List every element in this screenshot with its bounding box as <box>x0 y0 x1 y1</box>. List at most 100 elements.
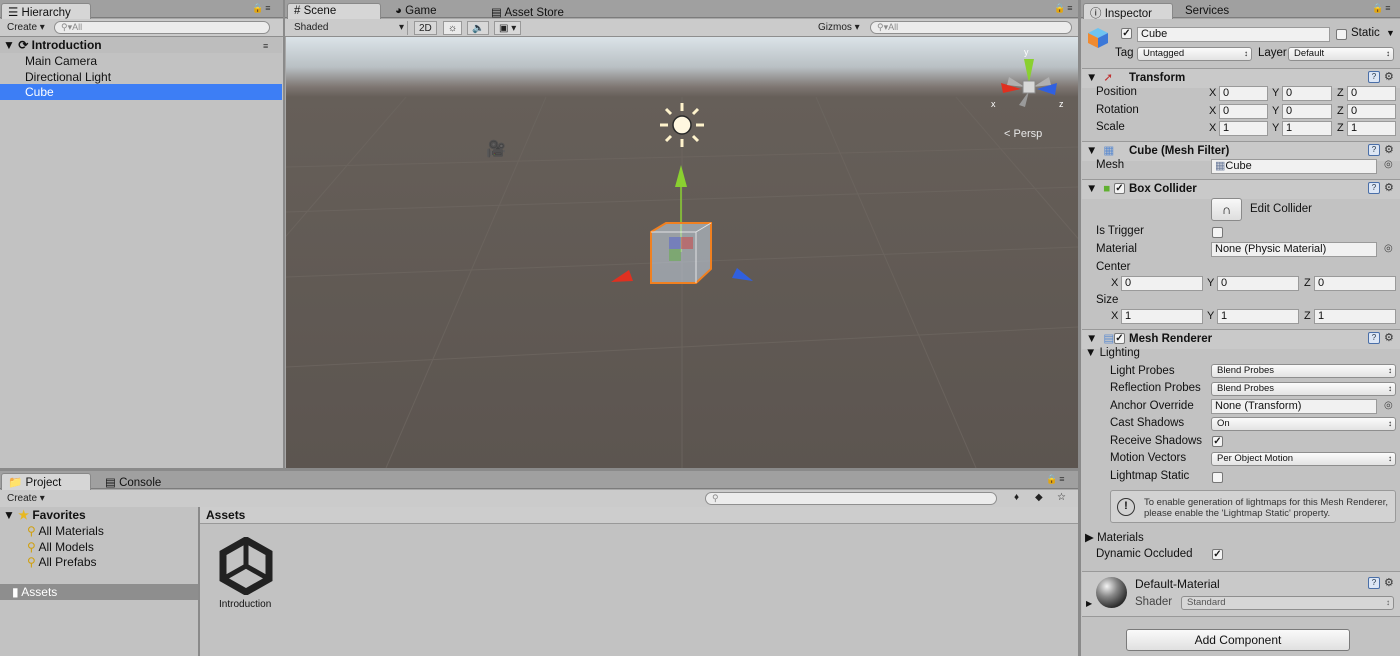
favorite-all-materials[interactable]: ⚲ All Materials <box>27 524 104 538</box>
mesh-field[interactable]: ▦Cube <box>1211 159 1377 174</box>
lighting-foldout[interactable]: ▼ Lighting <box>1085 347 1140 359</box>
center-y-field[interactable]: 0 <box>1217 276 1299 291</box>
hierarchy-divider[interactable] <box>283 0 285 470</box>
motion-vectors-dropdown[interactable]: Per Object Motion <box>1211 452 1396 466</box>
project-search-input[interactable]: ⚲ <box>705 492 997 505</box>
tab-asset-store[interactable]: ▤ Asset Store <box>484 3 571 20</box>
active-checkbox[interactable]: ✓ <box>1121 28 1132 39</box>
shader-dropdown[interactable]: Standard <box>1181 596 1394 610</box>
scale-x-field[interactable]: 1 <box>1219 121 1268 136</box>
anchor-override-field[interactable]: None (Transform) <box>1211 399 1377 414</box>
hierarchy-search-input[interactable]: ⚲▾All <box>54 21 270 34</box>
mesh-filter-header[interactable]: ▼ ▦ Cube (Mesh Filter) <box>1082 141 1400 161</box>
orientation-gizmo[interactable]: y x z <box>991 47 1071 127</box>
scene-viewport[interactable]: 🎥 y x z < Persp <box>286 37 1078 468</box>
scene-audio-toggle[interactable]: 🔈 <box>467 21 490 35</box>
favorite-all-models[interactable]: ⚲ All Models <box>27 540 94 554</box>
directional-light-icon[interactable] <box>657 100 707 150</box>
project-create-button[interactable]: Create ▾ <box>3 492 49 506</box>
favorites-row[interactable]: ▼ ★ Favorites <box>3 508 86 522</box>
dynamic-occluded-checkbox[interactable]: ✓ <box>1212 549 1223 560</box>
object-picker-icon[interactable]: ◎ <box>1384 400 1393 411</box>
rotation-x-field[interactable]: 0 <box>1219 104 1268 119</box>
light-probes-dropdown[interactable]: Blend Probes <box>1211 364 1396 378</box>
save-search-icon[interactable]: ☆ <box>1053 491 1070 505</box>
size-y-field[interactable]: 1 <box>1217 309 1299 324</box>
toggle-2d-button[interactable]: 2D <box>414 21 437 35</box>
scene-effects-dropdown[interactable]: ▣ ▾ <box>494 21 522 35</box>
tab-project[interactable]: 📁 Project <box>1 473 91 490</box>
tab-hierarchy[interactable]: ☰ Hierarchy <box>1 3 91 20</box>
unity-logo-icon[interactable] <box>217 537 275 595</box>
receive-shadows-checkbox[interactable]: ✓ <box>1212 436 1223 447</box>
gear-icon[interactable]: ⚙ <box>1384 576 1394 589</box>
position-x-field[interactable]: 0 <box>1219 86 1268 101</box>
hierarchy-scene-row[interactable]: ▼ ⟳ Introduction <box>0 37 282 53</box>
asset-label-introduction[interactable]: Introduction <box>219 599 271 610</box>
gear-icon[interactable]: ⚙ <box>1384 181 1394 194</box>
object-name-field[interactable]: Cube <box>1137 27 1330 42</box>
lightmap-static-checkbox[interactable] <box>1212 472 1223 483</box>
tab-scene[interactable]: # Scene <box>287 3 381 20</box>
is-trigger-checkbox[interactable] <box>1212 227 1223 238</box>
gizmos-dropdown[interactable]: Gizmos ▾ <box>814 21 864 35</box>
scene-menu-icon[interactable]: ≡ <box>263 41 270 51</box>
panel-lock-icon[interactable]: 🔒≡ <box>1372 3 1392 14</box>
rotation-z-field[interactable]: 0 <box>1347 104 1396 119</box>
tab-game[interactable]: ◕ Game <box>388 3 443 20</box>
static-checkbox[interactable] <box>1336 29 1347 40</box>
layer-dropdown[interactable]: Default <box>1288 47 1394 61</box>
gear-icon[interactable]: ⚙ <box>1384 331 1394 344</box>
search-by-label-icon[interactable]: ◆ <box>1031 491 1047 505</box>
position-y-field[interactable]: 0 <box>1282 86 1332 101</box>
center-x-field[interactable]: 0 <box>1121 276 1203 291</box>
panel-lock-icon[interactable]: 🔒≡ <box>252 3 272 14</box>
help-book-icon[interactable]: ? <box>1368 577 1380 589</box>
cast-shadows-dropdown[interactable]: On <box>1211 417 1396 431</box>
hierarchy-item-cube[interactable]: Cube <box>0 84 282 100</box>
breadcrumb[interactable]: Assets <box>206 508 245 522</box>
help-book-icon[interactable]: ? <box>1368 71 1380 83</box>
tab-inspector[interactable]: ⓘ Inspector <box>1083 3 1173 20</box>
position-z-field[interactable]: 0 <box>1347 86 1396 101</box>
tab-console[interactable]: ▤ Console <box>98 473 168 490</box>
reflection-probes-dropdown[interactable]: Blend Probes <box>1211 382 1396 396</box>
object-picker-icon[interactable]: ◎ <box>1384 159 1393 170</box>
add-component-button[interactable]: Add Component <box>1126 629 1350 651</box>
scene-lighting-toggle[interactable]: ☼ <box>443 21 463 35</box>
transform-header[interactable]: ▼ ➚ Transform <box>1082 68 1400 88</box>
size-x-field[interactable]: 1 <box>1121 309 1203 324</box>
hierarchy-item-main-camera[interactable]: Main Camera <box>0 53 282 69</box>
tag-dropdown[interactable]: Untagged <box>1137 47 1252 61</box>
shading-mode-dropdown[interactable]: Shaded ▾ <box>290 21 408 35</box>
box-collider-header[interactable]: ▼ ■ Box Collider <box>1082 179 1400 199</box>
gear-icon[interactable]: ⚙ <box>1384 143 1394 156</box>
scene-search-input[interactable]: ⚲▾All <box>870 21 1072 34</box>
box-collider-enabled-checkbox[interactable]: ✓ <box>1114 183 1125 194</box>
materials-foldout[interactable]: ▶ Materials <box>1085 530 1144 544</box>
mesh-renderer-header[interactable]: ▼ ▤ Mesh Renderer <box>1082 329 1400 349</box>
static-dropdown-icon[interactable]: ▼ <box>1386 28 1395 38</box>
favorite-all-prefabs[interactable]: ⚲ All Prefabs <box>27 555 97 569</box>
help-book-icon[interactable]: ? <box>1368 144 1380 156</box>
move-tool-gizmo[interactable] <box>601 157 761 297</box>
mesh-renderer-enabled-checkbox[interactable]: ✓ <box>1114 333 1125 344</box>
center-z-field[interactable]: 0 <box>1314 276 1396 291</box>
scale-z-field[interactable]: 1 <box>1347 121 1396 136</box>
assets-folder-row[interactable]: ▮ Assets <box>0 584 198 600</box>
material-foldout-icon[interactable]: ▶ <box>1086 599 1092 608</box>
scale-y-field[interactable]: 1 <box>1282 121 1332 136</box>
size-z-field[interactable]: 1 <box>1314 309 1396 324</box>
camera-gizmo-icon[interactable]: 🎥 <box>486 139 506 159</box>
panel-lock-icon[interactable]: 🔒≡ <box>1046 474 1066 485</box>
collider-material-field[interactable]: None (Physic Material) <box>1211 242 1377 257</box>
rotation-y-field[interactable]: 0 <box>1282 104 1332 119</box>
search-by-type-icon[interactable]: ♦ <box>1010 491 1023 505</box>
hierarchy-create-button[interactable]: Create ▾ <box>3 21 49 35</box>
projection-toggle[interactable]: < Persp <box>1004 128 1042 140</box>
tab-services[interactable]: Services <box>1178 3 1236 20</box>
gear-icon[interactable]: ⚙ <box>1384 70 1394 83</box>
edit-collider-button[interactable]: ∩ <box>1211 198 1242 221</box>
help-book-icon[interactable]: ? <box>1368 182 1380 194</box>
help-book-icon[interactable]: ? <box>1368 332 1380 344</box>
